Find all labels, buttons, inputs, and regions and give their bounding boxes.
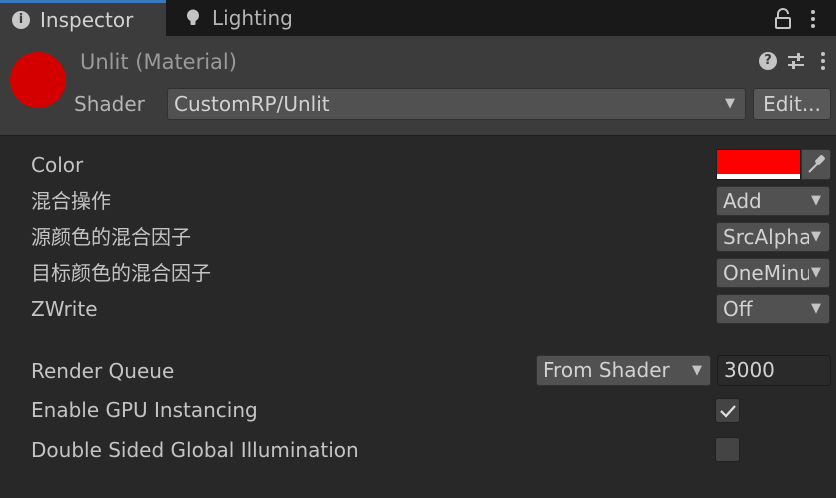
blend-op-dropdown[interactable]: Add ▼ [716,186,830,216]
color-field[interactable] [716,149,801,180]
dst-blend-dropdown[interactable]: OneMinusSrcAlpha ▼ [716,258,830,288]
zwrite-value: Off [723,297,753,321]
eyedropper-button[interactable] [801,149,831,180]
color-label: Color [31,153,84,177]
edit-shader-button[interactable]: Edit... [753,88,831,120]
gpu-instancing-label: Enable GPU Instancing [31,398,258,422]
shader-value: CustomRP/Unlit [174,92,330,116]
chevron-down-icon: ▼ [811,229,821,244]
dst-blend-value: OneMinusSrcAlpha [723,261,809,285]
kebab-menu-icon[interactable] [818,50,828,72]
src-blend-value: SrcAlpha [723,225,809,249]
dsgi-label: Double Sided Global Illumination [31,438,359,462]
preset-icon[interactable] [786,51,806,71]
material-title: Unlit (Material) [80,50,237,74]
zwrite-dropdown[interactable]: Off ▼ [716,294,830,324]
render-queue-field[interactable]: 3000 [717,355,831,386]
shader-dropdown[interactable]: CustomRP/Unlit ▼ [167,88,746,120]
color-alpha-bar [717,174,800,179]
checkmark-icon [720,405,736,418]
eyedropper-icon [808,155,825,173]
help-icon[interactable]: ? [759,52,777,70]
lightbulb-icon [184,9,202,27]
lock-icon[interactable] [773,8,793,30]
dst-blend-label: 目标颜色的混合因子 [31,261,211,285]
render-queue-label: Render Queue [31,359,175,383]
chevron-down-icon: ▼ [692,363,702,378]
dsgi-checkbox[interactable] [715,437,740,462]
chevron-down-icon: ▼ [811,265,821,280]
info-icon: i [12,10,30,29]
tab-inspector-label: Inspector [40,7,134,32]
render-queue-mode: From Shader [543,358,670,382]
render-queue-dropdown[interactable]: From Shader ▼ [536,355,711,386]
src-blend-dropdown[interactable]: SrcAlpha ▼ [716,222,830,252]
material-preview [10,52,66,108]
chevron-down-icon: ▼ [725,96,735,111]
chevron-down-icon: ▼ [811,193,821,208]
tab-lighting-label: Lighting [212,6,293,30]
kebab-menu-icon[interactable] [806,8,820,30]
src-blend-label: 源颜色的混合因子 [31,225,191,249]
tab-inspector[interactable]: i Inspector [0,0,166,36]
shader-label: Shader [74,92,145,116]
blend-op-label: 混合操作 [31,189,111,213]
blend-op-value: Add [723,189,762,213]
tab-lighting[interactable]: Lighting [168,0,348,36]
chevron-down-icon: ▼ [811,301,821,316]
gpu-instancing-checkbox[interactable] [715,398,740,423]
zwrite-label: ZWrite [31,297,98,321]
